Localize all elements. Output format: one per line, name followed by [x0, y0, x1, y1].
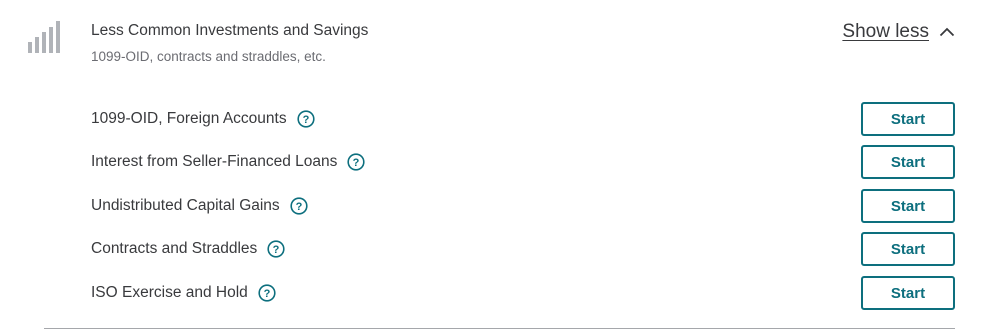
investments-section: Less Common Investments and Savings 1099…: [0, 0, 999, 333]
row-label: Interest from Seller-Financed Loans: [91, 153, 338, 170]
start-button[interactable]: Start: [861, 232, 955, 266]
list-item: Interest from Seller-Financed Loans ? St…: [0, 145, 999, 179]
show-less-label[interactable]: Show less: [842, 21, 929, 43]
start-button[interactable]: Start: [861, 145, 955, 179]
start-button[interactable]: Start: [861, 102, 955, 136]
svg-text:?: ?: [295, 201, 302, 213]
bar-chart-icon: [28, 21, 60, 53]
list-item: Contracts and Straddles ? Start: [0, 232, 999, 266]
help-icon[interactable]: ?: [347, 153, 366, 171]
row-label: ISO Exercise and Hold: [91, 284, 248, 301]
help-icon[interactable]: ?: [267, 240, 285, 258]
help-icon[interactable]: ?: [258, 284, 276, 302]
list-item: ISO Exercise and Hold ? Start: [0, 276, 999, 310]
svg-text:?: ?: [273, 244, 280, 256]
svg-text:?: ?: [263, 288, 270, 300]
row-label: 1099-OID, Foreign Accounts: [91, 110, 287, 127]
svg-text:?: ?: [353, 157, 360, 169]
section-divider: [44, 328, 955, 329]
row-label: Undistributed Capital Gains: [91, 197, 280, 214]
show-less-toggle[interactable]: Show less: [842, 21, 955, 43]
svg-text:?: ?: [302, 114, 309, 126]
list-item: Undistributed Capital Gains ? Start: [0, 189, 999, 223]
list-item: 1099-OID, Foreign Accounts ? Start: [0, 102, 999, 136]
chevron-up-icon[interactable]: [939, 27, 955, 37]
start-button[interactable]: Start: [861, 276, 955, 310]
start-button[interactable]: Start: [861, 189, 955, 223]
section-title: Less Common Investments and Savings: [91, 22, 369, 39]
row-label: Contracts and Straddles: [91, 240, 258, 257]
section-subtitle: 1099-OID, contracts and straddles, etc.: [91, 49, 326, 64]
help-icon[interactable]: ?: [290, 197, 308, 215]
help-icon[interactable]: ?: [296, 110, 315, 128]
